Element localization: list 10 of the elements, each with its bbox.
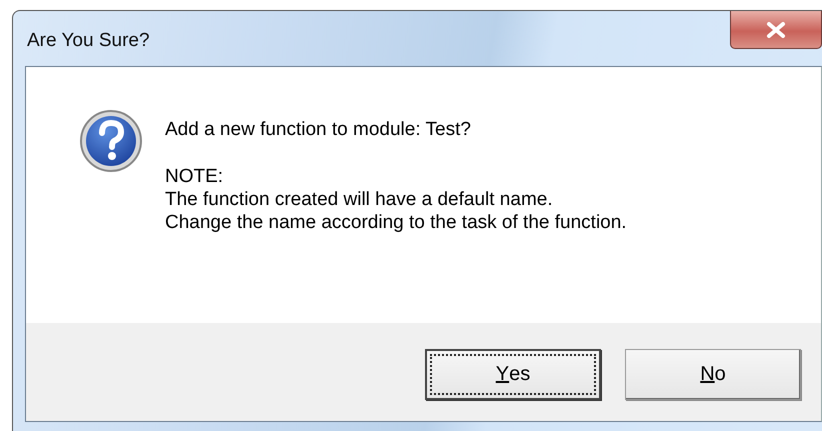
question-text: Add a new function to module: Test? [165,119,472,141]
question-icon [79,109,143,173]
note-text: NOTE: [165,165,224,188]
note-text: Change the name according to the task of the function. [165,211,627,234]
note-text: The function created will have a default name. [165,188,554,211]
window-title: Are You Sure? [27,30,150,52]
dialog-button[interactable]: No [625,349,801,400]
dialog-button[interactable]: Yes [425,349,601,400]
close-button[interactable] [730,11,822,49]
close-icon [766,22,786,38]
